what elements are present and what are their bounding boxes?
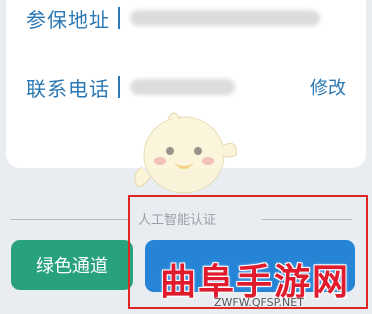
address-row: 参保地址 [26, 0, 346, 38]
phone-row: 联系电话 修改 [26, 67, 346, 107]
address-label: 参保地址 [26, 7, 110, 32]
divider-left-line [10, 219, 130, 220]
phone-value-blurred [130, 79, 235, 95]
divider-right-line [262, 219, 352, 220]
edit-phone-link[interactable]: 修改 [310, 74, 346, 100]
watermark-url: ZWFW.QFSP.NET [214, 296, 304, 309]
address-separator [118, 7, 120, 29]
address-value-blurred [130, 10, 320, 26]
green-channel-button[interactable]: 绿色通道 [11, 240, 133, 290]
phone-label: 联系电话 [26, 76, 110, 101]
ai-auth-divider-label: 人工智能认证 [138, 213, 217, 228]
phone-separator [118, 76, 120, 98]
chick-mascot-icon [134, 112, 237, 194]
